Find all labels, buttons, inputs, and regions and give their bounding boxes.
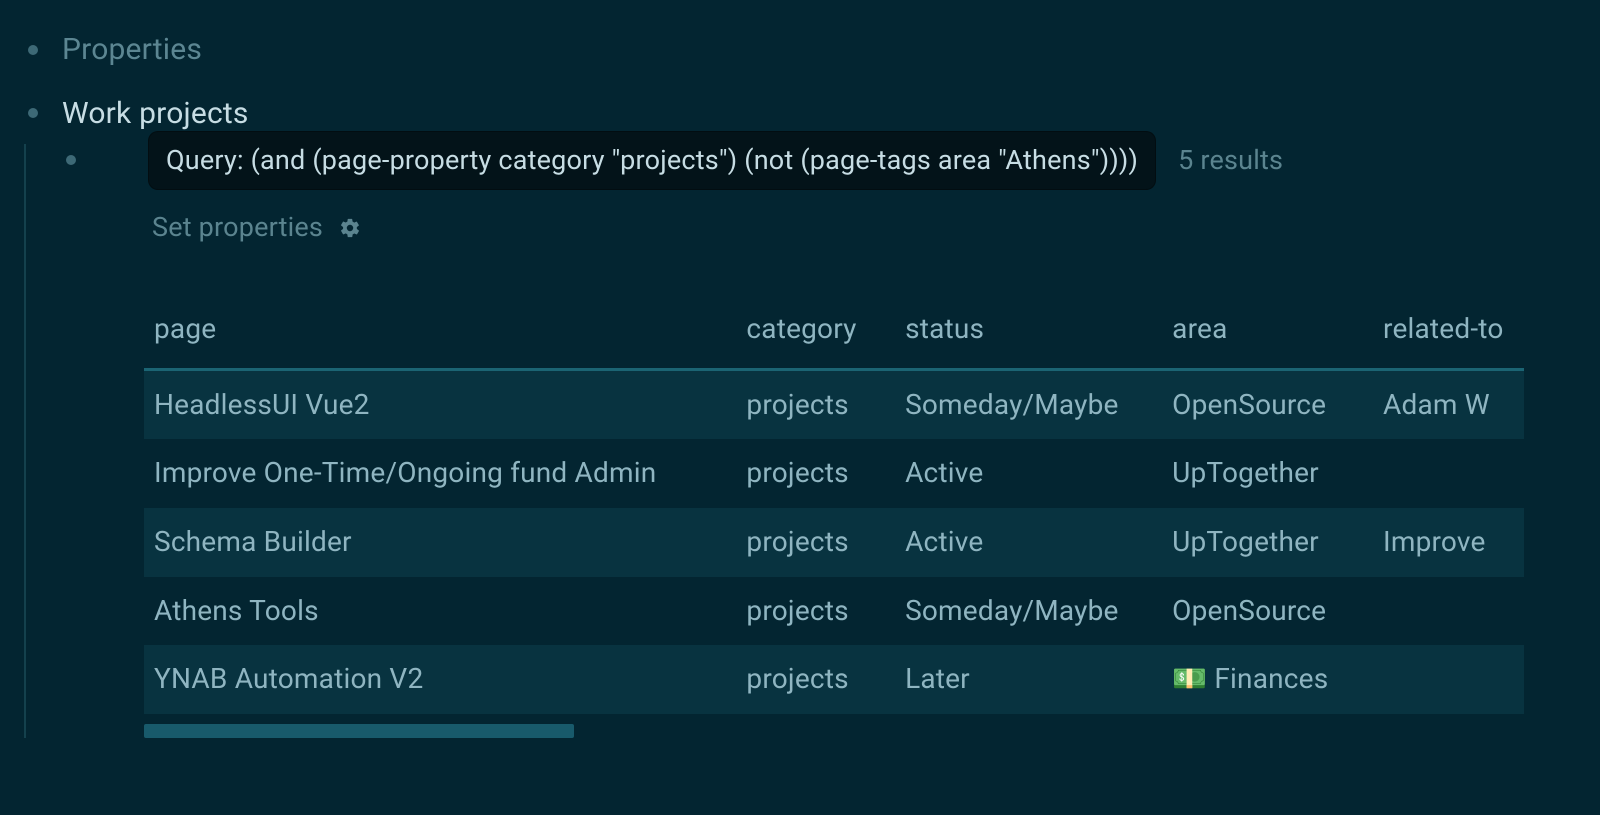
cell-area: UpTogether [1162, 508, 1373, 577]
query-results-count: 5 results [1178, 141, 1283, 180]
table-header-row: page category status area related-to [144, 295, 1524, 371]
cell-category: projects [736, 371, 895, 440]
outline-item-work-projects[interactable]: Work projects Query: (and (page-property… [0, 82, 1600, 738]
table-row[interactable]: YNAB Automation V2 projects Later 💵 Fina… [144, 645, 1524, 714]
col-header-related[interactable]: related-to [1373, 295, 1524, 371]
cell-status: Active [895, 439, 1162, 508]
gear-icon[interactable] [339, 217, 361, 239]
cell-status: Later [895, 645, 1162, 714]
cell-category: projects [736, 577, 895, 646]
query-results-table: page category status area related-to Hea… [144, 295, 1524, 714]
cell-page[interactable]: Athens Tools [144, 577, 736, 646]
cell-category: projects [736, 439, 895, 508]
set-properties-label[interactable]: Set properties [152, 208, 323, 247]
outline-label-properties: Properties [62, 28, 202, 72]
cell-status: Active [895, 508, 1162, 577]
cell-area: OpenSource [1162, 371, 1373, 440]
tree-thread-line [24, 144, 26, 738]
outline-item-query-block[interactable]: Query: (and (page-property category "pro… [38, 145, 1600, 738]
cell-related: Improve [1373, 508, 1524, 577]
outline-label-work-projects: Work projects [62, 92, 249, 136]
table-row[interactable]: Athens Tools projects Someday/Maybe Open… [144, 577, 1524, 646]
table-row[interactable]: Schema Builder projects Active UpTogethe… [144, 508, 1524, 577]
horizontal-scrollbar[interactable] [144, 724, 1524, 738]
col-header-status[interactable]: status [895, 295, 1162, 371]
cell-area: OpenSource [1162, 577, 1373, 646]
cell-category: projects [736, 645, 895, 714]
table-row[interactable]: HeadlessUI Vue2 projects Someday/Maybe O… [144, 371, 1524, 440]
cell-status: Someday/Maybe [895, 577, 1162, 646]
bullet-icon[interactable] [28, 45, 38, 55]
table-row[interactable]: Improve One-Time/Ongoing fund Admin proj… [144, 439, 1524, 508]
col-header-page[interactable]: page [144, 295, 736, 371]
cell-area: 💵 Finances [1162, 645, 1373, 714]
col-header-area[interactable]: area [1162, 295, 1373, 371]
cell-page[interactable]: Schema Builder [144, 508, 736, 577]
cell-related: Adam W [1373, 371, 1524, 440]
col-header-category[interactable]: category [736, 295, 895, 371]
cell-area: UpTogether [1162, 439, 1373, 508]
bullet-icon[interactable] [28, 108, 38, 118]
bullet-icon[interactable] [66, 155, 76, 165]
cell-related [1373, 577, 1524, 646]
cell-related [1373, 645, 1524, 714]
cell-page[interactable]: Improve One-Time/Ongoing fund Admin [144, 439, 736, 508]
query-code[interactable]: Query: (and (page-property category "pro… [148, 131, 1156, 190]
cell-page[interactable]: HeadlessUI Vue2 [144, 371, 736, 440]
outline-item-properties[interactable]: Properties [0, 18, 1600, 82]
scrollbar-thumb[interactable] [144, 724, 574, 738]
cell-page[interactable]: YNAB Automation V2 [144, 645, 736, 714]
cell-category: projects [736, 508, 895, 577]
cell-related [1373, 439, 1524, 508]
cell-status: Someday/Maybe [895, 371, 1162, 440]
